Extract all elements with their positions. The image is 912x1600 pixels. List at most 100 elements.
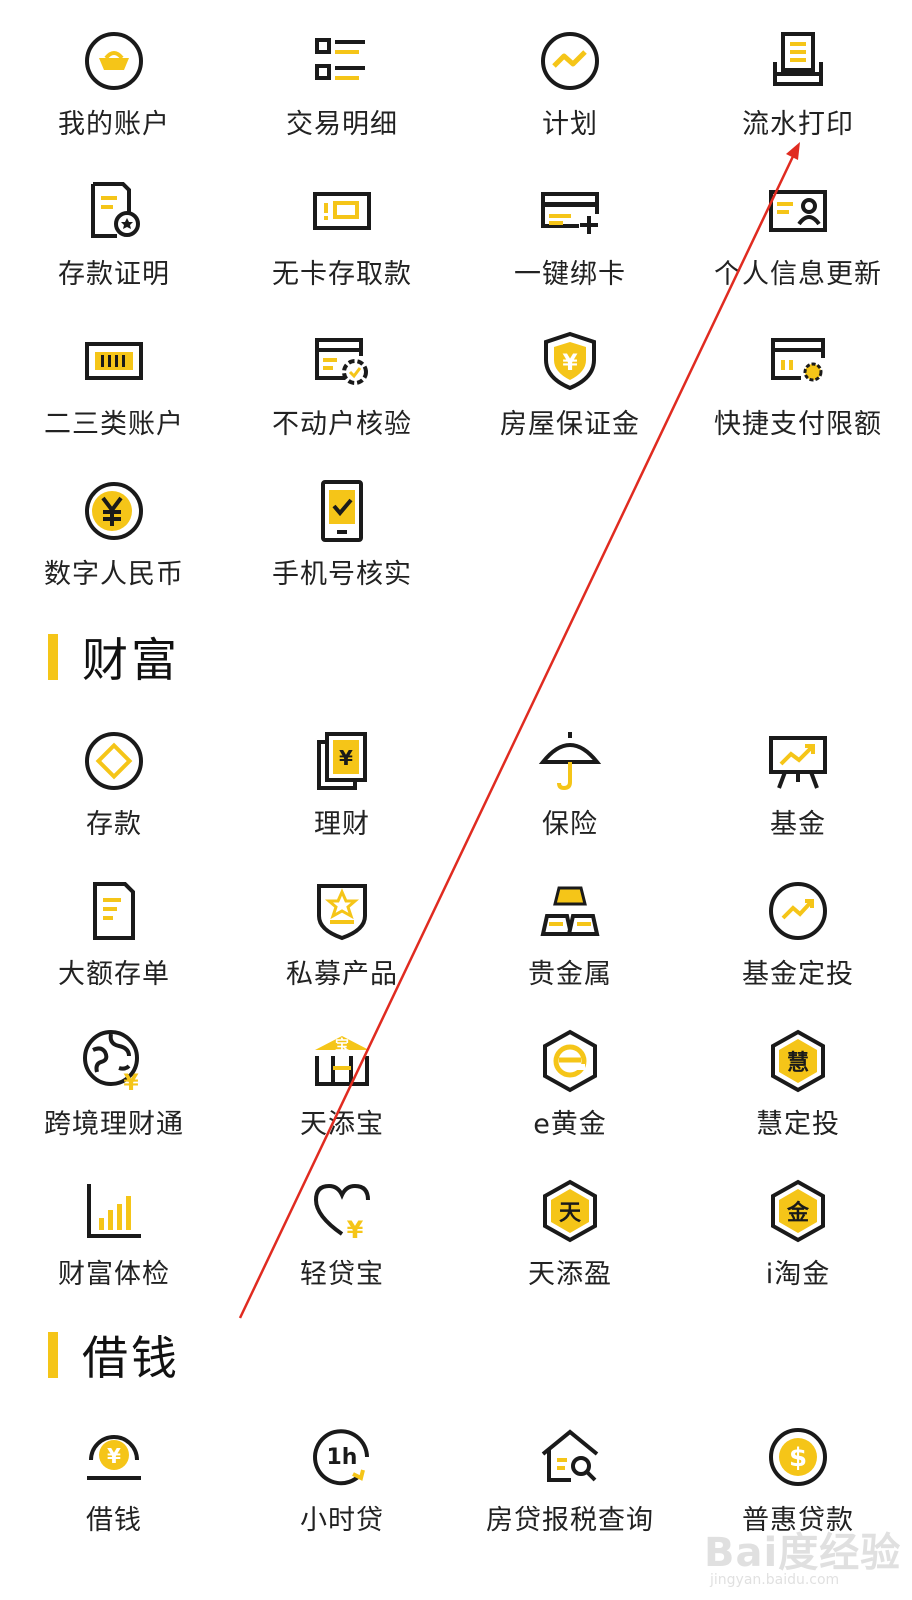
menu-item-label: i淘金: [765, 1259, 831, 1290]
list-detail-icon: [309, 28, 375, 94]
svg-text:宝: 宝: [335, 1037, 349, 1054]
menu-item-label: 房贷报税查询: [486, 1505, 654, 1536]
gold-ingot-icon: [81, 28, 147, 94]
section-accent-bar: [48, 1332, 58, 1378]
fund-board-icon: [765, 728, 831, 794]
umbrella-icon: [537, 728, 603, 794]
menu-item-label: 天添盈: [528, 1259, 612, 1290]
menu-item-fund[interactable]: 基金: [684, 708, 912, 858]
menu-item-bind-card[interactable]: 一键绑卡: [456, 158, 684, 308]
cardless-icon: [309, 178, 375, 244]
menu-item-label: 个人信息更新: [714, 259, 882, 290]
menu-item-wealth-checkup[interactable]: 财富体检: [0, 1158, 228, 1308]
menu-item-label: 基金定投: [742, 959, 854, 990]
menu-item-label: 财富体检: [58, 1259, 170, 1290]
menu-item-label: 跨境理财通: [44, 1109, 184, 1140]
menu-item-deposit[interactable]: 存款: [0, 708, 228, 858]
menu-item-label: 小时贷: [300, 1505, 384, 1536]
menu-item-wealth-management[interactable]: ¥ 理财: [228, 708, 456, 858]
id-card-icon: [765, 178, 831, 244]
svg-text:金: 金: [786, 1200, 810, 1226]
menu-item-deposit-certificate[interactable]: 存款证明: [0, 158, 228, 308]
section-title-borrow: 借钱: [48, 1328, 180, 1385]
bind-card-icon: [537, 178, 603, 244]
menu-item-e-gold[interactable]: e黄金: [456, 1008, 684, 1158]
menu-item-label: 交易明细: [286, 109, 398, 140]
menu-item-borrow[interactable]: ¥ 借钱: [0, 1404, 228, 1554]
menu-item-label: 手机号核实: [272, 559, 412, 590]
svg-text:¥: ¥: [562, 351, 578, 376]
digital-yuan-icon: [81, 478, 147, 544]
menu-item-statement-print[interactable]: 流水打印: [684, 8, 912, 158]
menu-item-info-update[interactable]: 个人信息更新: [684, 158, 912, 308]
menu-item-i-taojin[interactable]: 金 i淘金: [684, 1158, 912, 1308]
menu-item-label: 贵金属: [528, 959, 612, 990]
menu-item-insurance[interactable]: 保险: [456, 708, 684, 858]
svg-text:慧: 慧: [787, 1051, 809, 1076]
menu-item-label: 大额存单: [58, 959, 170, 990]
menu-item-label: 快捷支付限额: [714, 409, 882, 440]
dollar-coin-icon: $: [765, 1424, 831, 1490]
menu-item-precious-metals[interactable]: 贵金属: [456, 858, 684, 1008]
menu-item-class-2-3-account[interactable]: 二三类账户: [0, 308, 228, 458]
watermark-url: jingyan.baidu.com: [710, 1572, 840, 1588]
jin-hexagon-icon: 金: [765, 1178, 831, 1244]
menu-item-label: 天添宝: [300, 1109, 384, 1140]
menu-item-tiantianying[interactable]: 天 天添盈: [456, 1158, 684, 1308]
menu-item-phone-verify[interactable]: 手机号核实: [228, 458, 456, 608]
menu-item-label: 计划: [542, 109, 598, 140]
menu-item-label: 存款: [86, 809, 142, 840]
menu-item-label: 借钱: [86, 1505, 142, 1536]
svg-text:¥: ¥: [339, 746, 353, 770]
svg-text:天: 天: [559, 1201, 582, 1226]
menu-item-label: 二三类账户: [44, 409, 184, 440]
bar-chart-icon: [81, 1178, 147, 1244]
payment-limit-icon: [765, 328, 831, 394]
menu-item-private-products[interactable]: 私募产品: [228, 858, 456, 1008]
menu-item-my-account[interactable]: 我的账户: [0, 8, 228, 158]
svg-text:1h: 1h: [327, 1445, 358, 1470]
deposit-icon: [81, 728, 147, 794]
bao-box-icon: 宝: [309, 1028, 375, 1094]
menu-item-label: 无卡存取款: [272, 259, 412, 290]
menu-item-hui-auto-invest[interactable]: 慧 慧定投: [684, 1008, 912, 1158]
private-badge-icon: [309, 878, 375, 944]
menu-item-quick-pay-limit[interactable]: 快捷支付限额: [684, 308, 912, 458]
svg-text:¥: ¥: [123, 1071, 139, 1094]
menu-item-house-deposit[interactable]: ¥ 房屋保证金: [456, 308, 684, 458]
hour-loan-icon: 1h: [309, 1424, 375, 1490]
menu-item-hour-loan[interactable]: 1h 小时贷: [228, 1404, 456, 1554]
menu-item-label: 一键绑卡: [514, 259, 626, 290]
menu-item-large-cd[interactable]: 大额存单: [0, 858, 228, 1008]
menu-item-cardless[interactable]: 无卡存取款: [228, 158, 456, 308]
menu-item-label: 理财: [314, 809, 370, 840]
menu-item-label: 我的账户: [58, 109, 170, 140]
menu-item-label: 房屋保证金: [500, 409, 640, 440]
svg-text:¥: ¥: [347, 1216, 364, 1244]
menu-item-tiantianbao[interactable]: 宝 天添宝: [228, 1008, 456, 1158]
section-title-text: 借钱: [82, 1331, 180, 1385]
menu-item-label: 存款证明: [58, 259, 170, 290]
phone-check-icon: [309, 478, 375, 544]
menu-item-digital-rmb[interactable]: 数字人民币: [0, 458, 228, 608]
menu-item-cross-border-wealth[interactable]: ¥ 跨境理财通: [0, 1008, 228, 1158]
section-title-wealth: 财富: [48, 630, 180, 687]
menu-item-mortgage-tax-query[interactable]: 房贷报税查询: [456, 1404, 684, 1554]
gold-bars-icon: [537, 878, 603, 944]
globe-yuan-icon: ¥: [81, 1028, 147, 1094]
menu-item-fund-investment-plan[interactable]: 基金定投: [684, 858, 912, 1008]
verify-gear-icon: [309, 328, 375, 394]
menu-item-dormant-verify[interactable]: 不动户核验: [228, 308, 456, 458]
printer-icon: [765, 28, 831, 94]
loan-coin-icon: ¥: [81, 1424, 147, 1490]
menu-item-transaction-details[interactable]: 交易明细: [228, 8, 456, 158]
svg-text:$: $: [789, 1443, 807, 1473]
menu-item-label: 数字人民币: [44, 559, 184, 590]
menu-item-label: 保险: [542, 809, 598, 840]
hui-hexagon-icon: 慧: [765, 1028, 831, 1094]
wealth-book-icon: ¥: [309, 728, 375, 794]
document-icon: [81, 878, 147, 944]
menu-item-qingdaibao[interactable]: ¥ 轻贷宝: [228, 1158, 456, 1308]
menu-item-inclusive-loan[interactable]: $ 普惠贷款: [684, 1404, 912, 1554]
menu-item-plan[interactable]: 计划: [456, 8, 684, 158]
